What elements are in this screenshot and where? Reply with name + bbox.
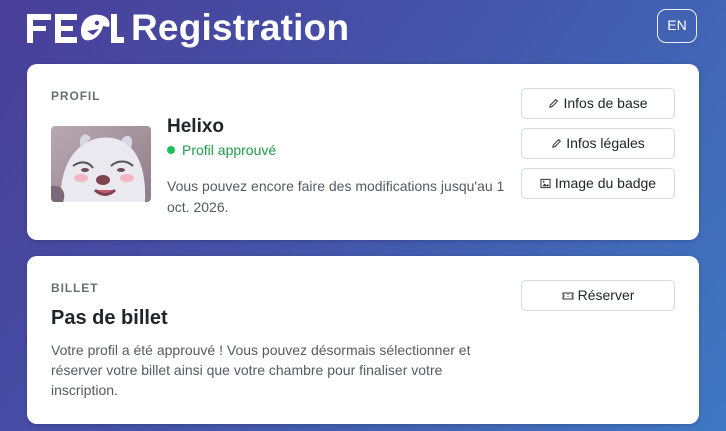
profile-name: Helixo [167,116,225,137]
profile-description: Vous pouvez encore faire des modificatio… [167,178,505,215]
reserve-label: Réserver [577,287,635,303]
ticket-title: Pas de billet [51,307,168,329]
event-logo[interactable] [27,13,124,44]
profile-status: Profil approuvé [167,142,276,158]
profile-status-text: Profil approuvé [182,142,277,158]
ticket-card: BILLET Pas de billet Votre profil a été … [27,256,699,424]
status-dot-icon [167,146,175,154]
ticket-section-label: BILLET [51,281,99,295]
edit-basic-info-label: Infos de base [563,95,648,111]
pencil-icon [549,98,559,108]
pencil-icon [552,138,562,148]
badge-image-label: Image du badge [554,175,657,191]
header-bar: Registration EN [0,0,726,56]
image-icon [540,178,551,189]
edit-basic-info-button[interactable]: Infos de base [521,88,675,119]
page-title: Registration [131,7,350,48]
ticket-description: Votre profil a été approuvé ! Vous pouve… [51,342,471,398]
ticket-icon [562,292,574,300]
profile-avatar [51,126,151,202]
profile-section-label: PROFIL [51,89,101,103]
edit-legal-info-label: Infos légales [566,135,645,151]
language-button[interactable]: EN [657,9,697,43]
character-avatar-image [51,126,151,202]
reserve-button[interactable]: Réserver [521,280,675,311]
profile-card: PROFIL Helixo Profil approuvé Vous pouve… [27,64,699,240]
badge-image-button[interactable]: Image du badge [521,168,675,199]
edit-legal-info-button[interactable]: Infos légales [521,128,675,159]
